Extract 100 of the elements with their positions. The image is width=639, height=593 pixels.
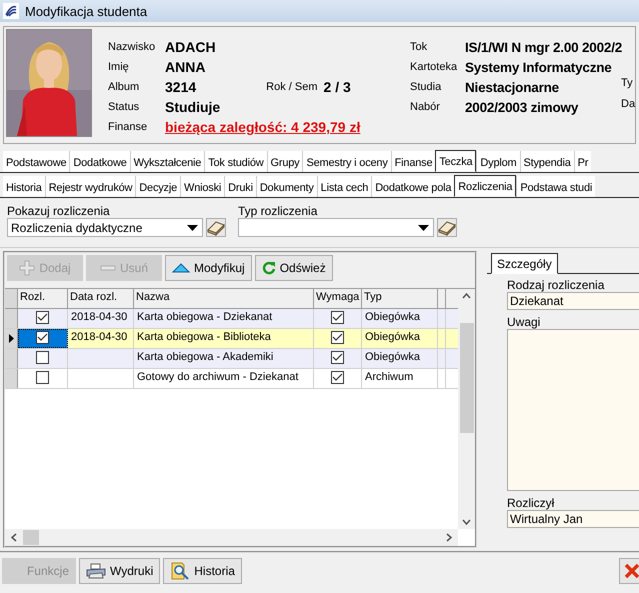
tab[interactable]: Historia — [3, 176, 45, 197]
caret-icon — [187, 224, 198, 230]
notes-field[interactable] — [507, 329, 639, 491]
close-icon — [624, 563, 639, 579]
minus-icon — [100, 265, 116, 271]
tab[interactable]: Finanse — [390, 151, 436, 172]
debt-link[interactable]: bieżąca zaległość: 4 239,79 zł — [165, 119, 360, 135]
field-value: Systemy Informatyczne — [465, 60, 612, 74]
field-label: Imię — [108, 61, 130, 73]
checkbox[interactable] — [36, 331, 49, 344]
vertical-scrollbar[interactable] — [458, 289, 475, 529]
input-field[interactable]: Wirtualny Jan — [507, 510, 639, 528]
eraser-icon — [207, 220, 225, 236]
table-cell: Obiegówka — [365, 311, 420, 323]
field-label: Typ rozliczenia — [238, 204, 318, 218]
column-header[interactable]: Data rozl. — [68, 289, 134, 308]
field-label: Kartoteka — [410, 61, 458, 73]
field-value: 3214 — [165, 79, 196, 95]
scroll-right-icon[interactable] — [446, 533, 452, 542]
plus-icon — [19, 260, 36, 276]
field-value: ANNA — [165, 59, 206, 75]
toolbar-button[interactable]: Odśwież — [254, 255, 333, 281]
triangle-icon — [172, 263, 190, 273]
tab[interactable]: Podstawowe — [3, 151, 70, 172]
clear-button[interactable] — [206, 218, 226, 237]
column-header[interactable]: Wymaga — [314, 289, 362, 308]
tab[interactable]: Pr — [574, 151, 592, 172]
column-header[interactable]: Rozl. — [18, 289, 68, 308]
checkbox[interactable] — [36, 311, 49, 324]
checkbox[interactable] — [36, 351, 49, 364]
table-cell: 2018-04-30 — [71, 331, 128, 343]
tab[interactable]: Tok studiów — [204, 151, 266, 172]
checkbox[interactable] — [331, 371, 344, 384]
refresh-icon — [262, 261, 276, 275]
field-value: Niestacjonarne — [465, 80, 559, 94]
tab[interactable]: Stypendia — [520, 151, 574, 172]
scroll-down-icon[interactable] — [462, 519, 471, 525]
dropdown[interactable]: Rozliczenia dydaktyczne — [7, 218, 203, 237]
horizontal-scrollbar[interactable] — [5, 529, 458, 546]
scroll-up-icon[interactable] — [462, 293, 471, 299]
field-value: 2002/2003 zimowy — [465, 100, 578, 114]
table-cell: Obiegówka — [365, 351, 420, 363]
table-cell: Gotowy do archiwum - Dziekanat — [137, 371, 298, 383]
table-cell: Karta obiegowa - Dziekanat — [137, 311, 272, 323]
table-cell: Karta obiegowa - Biblioteka — [137, 331, 271, 343]
tab[interactable]: Semestry i oceny — [302, 151, 391, 172]
footer-button[interactable]: Wydruki — [79, 558, 160, 584]
field-label: Studia — [410, 81, 442, 93]
input-field[interactable]: Dziekanat — [507, 292, 639, 310]
tab[interactable]: Rejestr wydruków — [44, 176, 136, 197]
field-value: ADACH — [165, 39, 216, 55]
field-value: IS/1/WI N mgr 2.00 2002/2 — [465, 40, 622, 54]
tab[interactable]: Dokumenty — [256, 176, 317, 197]
field-label: Ty — [621, 77, 633, 90]
row-pointer-icon — [8, 334, 14, 343]
tab[interactable]: Dodatkowe pola — [371, 176, 454, 197]
tab[interactable]: Dyplom — [476, 151, 520, 172]
field-label: Uwagi — [507, 315, 542, 329]
field-value: Studiuje — [165, 99, 220, 115]
toolbar-button[interactable]: Modyfikuj — [165, 255, 252, 281]
column-header[interactable]: Nazwa — [134, 289, 314, 308]
tab[interactable]: Rozliczenia — [454, 175, 516, 197]
document-search-icon — [170, 561, 190, 581]
tab[interactable]: Szczegóły — [491, 253, 558, 274]
tab[interactable]: Lista cech — [316, 176, 372, 197]
scrollbar-thumb[interactable] — [460, 323, 474, 433]
tab[interactable]: Dodatkowe — [69, 151, 130, 172]
tab[interactable]: Teczka — [435, 150, 476, 172]
tab[interactable]: Druki — [224, 176, 256, 197]
caret-icon — [418, 224, 429, 230]
field-label: Rok / Sem — [266, 81, 318, 93]
field-label: Rodzaj rozliczenia — [507, 278, 606, 292]
table-cell: Obiegówka — [365, 331, 420, 343]
scroll-left-icon[interactable] — [11, 533, 17, 542]
field-label: Finanse — [108, 121, 148, 133]
tab[interactable]: Wykształcenie — [130, 151, 204, 172]
clear-button[interactable] — [437, 218, 457, 237]
row-header[interactable] — [5, 329, 18, 348]
app-logo-icon — [3, 3, 19, 19]
field-label: Nabór — [410, 101, 441, 113]
tab[interactable]: Podstawa studi — [516, 176, 596, 197]
checkbox[interactable] — [331, 331, 344, 344]
field-label: Nazwisko — [108, 41, 156, 53]
checkbox[interactable] — [331, 351, 344, 364]
table-cell: Karta obiegowa - Akademiki — [137, 351, 274, 363]
footer-button[interactable]: Historia — [163, 558, 242, 584]
tab[interactable]: Decyzje — [135, 176, 180, 197]
field-label: Status — [108, 101, 140, 113]
tab[interactable]: Grupy — [266, 151, 302, 172]
column-header[interactable]: Typ — [362, 289, 438, 308]
close-button[interactable] — [619, 558, 639, 584]
eraser-icon — [438, 220, 456, 236]
field-label: Tok — [410, 41, 428, 53]
checkbox[interactable] — [331, 311, 344, 324]
tab[interactable]: Wnioski — [180, 176, 224, 197]
table-cell: Archiwum — [365, 371, 414, 383]
scrollbar-thumb[interactable] — [23, 530, 39, 545]
field-value: 2 / 3 — [324, 79, 351, 95]
checkbox[interactable] — [36, 371, 49, 384]
table-cell: 2018-04-30 — [71, 311, 128, 323]
